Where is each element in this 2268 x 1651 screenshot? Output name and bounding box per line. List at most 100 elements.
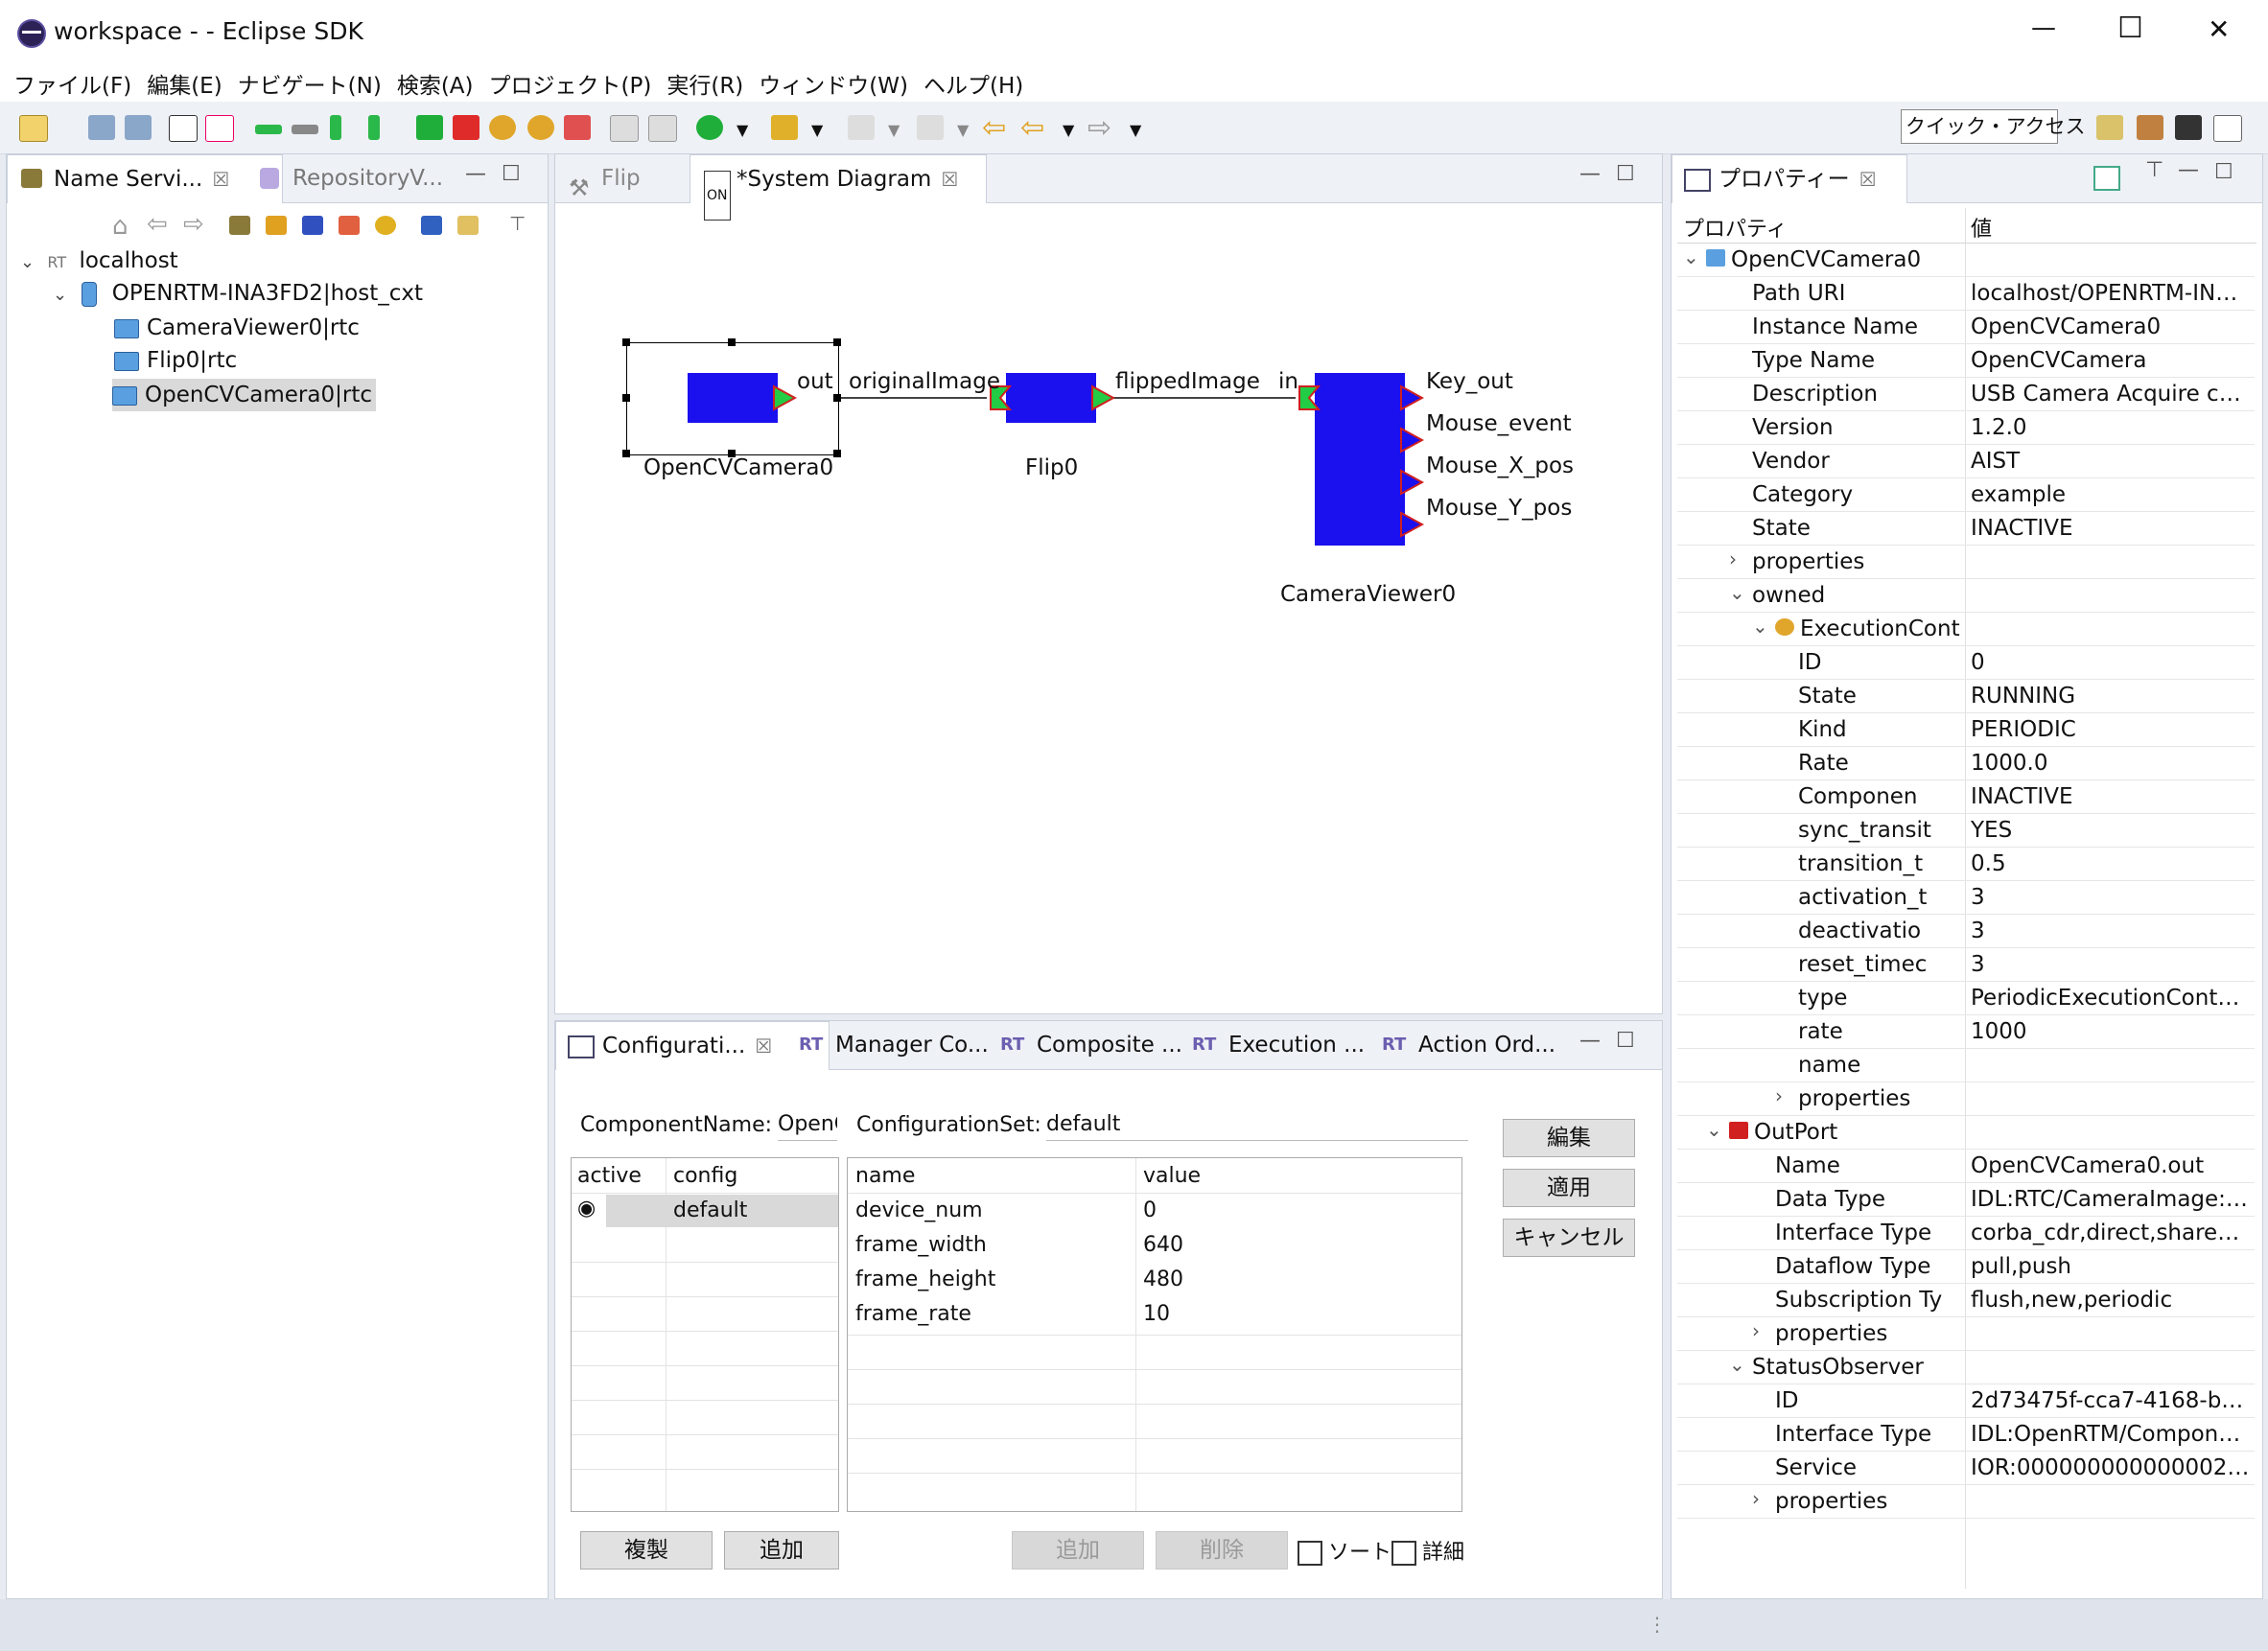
chevron-down-icon[interactable]: ⌄ <box>20 252 35 272</box>
outport-icon[interactable] <box>772 384 797 411</box>
back-icon[interactable]: ⇦ <box>1020 111 1044 145</box>
view-menu-icon[interactable]: ⊤ <box>2145 158 2163 182</box>
pin-icon[interactable] <box>330 115 341 140</box>
open-perspective-icon[interactable] <box>2096 115 2123 140</box>
chevron-right-icon[interactable]: › <box>1729 547 1737 570</box>
property-row[interactable]: Vendor AIST <box>1677 444 2255 478</box>
new-icon[interactable] <box>19 115 48 142</box>
property-row[interactable]: Interface Type IDL:OpenRTM/Componen... <box>1677 1417 2255 1452</box>
edit-icon[interactable] <box>421 216 442 235</box>
add-ns-icon[interactable] <box>266 216 287 235</box>
property-row[interactable]: ⌄ owned <box>1677 578 2255 613</box>
connection-flipped-image[interactable] <box>1110 397 1296 399</box>
configuration-set-field[interactable]: default <box>1046 1109 1468 1141</box>
property-row[interactable]: Subscription Ty flush,new,periodic <box>1677 1283 2255 1317</box>
tree-node-localhost[interactable]: ⌄ RT localhost <box>20 244 178 277</box>
property-row[interactable]: Componen INACTIVE <box>1677 779 2255 814</box>
manager-icon[interactable] <box>302 216 323 235</box>
maximize-view-icon[interactable]: ☐ <box>1616 1029 1635 1053</box>
column-header-property[interactable]: プロパティ <box>1683 212 1788 243</box>
outport-icon[interactable] <box>1399 511 1424 538</box>
active-radio[interactable]: ◉ <box>577 1197 596 1221</box>
chevron-down-icon[interactable]: ⌄ <box>1706 1118 1722 1141</box>
outport-icon[interactable] <box>1399 427 1424 453</box>
tab-execution-context[interactable]: RT Execution ... <box>1182 1021 1365 1069</box>
add-set-button[interactable]: 追加 <box>724 1531 839 1570</box>
prev-annotation-dropdown-icon[interactable]: ▼ <box>957 121 969 139</box>
duplicate-button[interactable]: 複製 <box>580 1531 713 1570</box>
property-row[interactable]: Description USB Camera Acquire com... <box>1677 377 2255 411</box>
rt-perspective-icon[interactable] <box>2175 115 2202 140</box>
property-row[interactable]: Service IOR:000000000000002249... <box>1677 1451 2255 1485</box>
column-header-config[interactable]: config <box>673 1164 737 1188</box>
property-row[interactable]: Dataflow Type pull,push <box>1677 1249 2255 1284</box>
save-all-icon[interactable] <box>125 115 152 140</box>
property-row[interactable]: Data Type IDL:RTC/CameraImage:1.0 <box>1677 1182 2255 1217</box>
property-row[interactable]: State INACTIVE <box>1677 511 2255 546</box>
param-value-cell[interactable]: 10 <box>1143 1302 1170 1326</box>
maximize-view-icon[interactable]: ☐ <box>2214 160 2233 184</box>
outport-icon[interactable] <box>1399 469 1424 496</box>
exit-icon[interactable] <box>564 115 591 140</box>
prev-annotation-icon[interactable] <box>917 115 944 140</box>
minimize-button[interactable]: — <box>2031 13 2056 42</box>
property-row[interactable]: ID 2d73475f-cca7-4168-bc7... <box>1677 1384 2255 1418</box>
property-row[interactable]: › properties <box>1677 545 2255 579</box>
connect-ns-icon[interactable] <box>229 216 250 235</box>
property-row[interactable]: ⌄ OpenCVCamera0 <box>1677 243 2255 277</box>
tool-dropdown-icon[interactable]: ▼ <box>811 121 823 139</box>
outport-icon[interactable] <box>1090 384 1115 411</box>
deactivate-all-icon[interactable] <box>453 115 479 140</box>
property-row[interactable]: transition_t 0.5 <box>1677 847 2255 881</box>
minimize-view-icon[interactable]: — <box>1579 162 1601 186</box>
add-param-button[interactable]: 追加 <box>1012 1531 1144 1570</box>
close-icon[interactable]: ☒ <box>212 168 229 191</box>
off-icon[interactable] <box>205 115 234 142</box>
selection-handle[interactable] <box>833 394 841 402</box>
menu-item[interactable]: プロジェクト(P) <box>489 67 652 100</box>
menu-item[interactable]: ウィンドウ(W) <box>759 67 908 100</box>
table-row[interactable]: ◉ default <box>572 1195 838 1227</box>
menu-item[interactable]: 編集(E) <box>147 67 222 100</box>
chevron-right-icon[interactable]: › <box>1775 1084 1783 1107</box>
property-row[interactable]: Path URI localhost/OPENRTM-INA3... <box>1677 276 2255 311</box>
column-header-active[interactable]: active <box>577 1164 642 1188</box>
tree-node-flip[interactable]: Flip0|rtc <box>114 344 237 377</box>
forward-icon[interactable]: ⇨ <box>183 210 204 239</box>
minimize-view-icon[interactable]: — <box>2178 158 2199 182</box>
sort-checkbox[interactable]: ソート <box>1298 1535 1391 1566</box>
column-header-value[interactable]: value <box>1143 1164 1201 1188</box>
outport-icon[interactable] <box>1399 384 1424 411</box>
copy-icon[interactable] <box>610 115 639 142</box>
delete-ns-icon[interactable] <box>339 216 360 235</box>
quick-access-input[interactable]: クイック・アクセス <box>1901 109 2086 144</box>
property-row[interactable]: Name OpenCVCamera0.out <box>1677 1149 2255 1183</box>
cancel-button[interactable]: キャンセル <box>1503 1219 1635 1257</box>
param-value-cell[interactable]: 0 <box>1143 1198 1157 1222</box>
menu-item[interactable]: 実行(R) <box>666 67 743 100</box>
property-row[interactable]: Instance Name OpenCVCamera0 <box>1677 310 2255 344</box>
apply-button[interactable]: 適用 <box>1503 1169 1635 1207</box>
tree-node-opencvcamera[interactable]: OpenCVCamera0|rtc <box>112 379 376 411</box>
property-row[interactable]: rate 1000 <box>1677 1014 2255 1049</box>
checkbox-box[interactable] <box>1298 1541 1322 1566</box>
run-dropdown-icon[interactable]: ▼ <box>737 121 748 139</box>
property-row[interactable]: type PeriodicExecutionContext <box>1677 981 2255 1015</box>
property-row[interactable]: deactivatio 3 <box>1677 914 2255 948</box>
component-cameraviewer[interactable] <box>1315 373 1405 546</box>
gear2-icon[interactable] <box>527 115 554 140</box>
property-row[interactable]: ⌄ OutPort <box>1677 1115 2255 1150</box>
menu-item[interactable]: ファイル(F) <box>13 67 131 100</box>
property-row[interactable]: ⌄ ExecutionCont <box>1677 612 2255 646</box>
property-row[interactable]: › properties <box>1677 1081 2255 1116</box>
connect-icon[interactable] <box>255 125 282 134</box>
chevron-down-icon[interactable]: ⌄ <box>53 285 67 305</box>
property-row[interactable]: Category example <box>1677 477 2255 512</box>
close-icon[interactable]: ☒ <box>1859 168 1877 191</box>
next-annotation-icon[interactable] <box>848 115 875 140</box>
param-value-cell[interactable]: 640 <box>1143 1233 1183 1257</box>
back-icon[interactable]: ⇦ <box>147 210 168 239</box>
pin2-icon[interactable] <box>368 115 380 140</box>
table-row[interactable]: frame_height 480 <box>848 1266 1461 1300</box>
minimize-view-icon[interactable]: — <box>465 162 486 186</box>
